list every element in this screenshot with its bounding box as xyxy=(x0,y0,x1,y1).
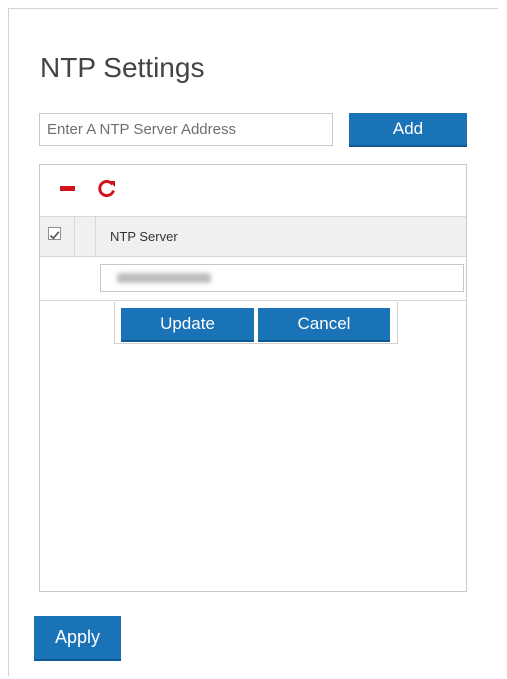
add-button[interactable]: Add xyxy=(349,113,467,147)
column-header-ntp-server[interactable]: NTP Server xyxy=(110,229,178,244)
row-edit-actions: Update Cancel xyxy=(114,302,398,344)
select-all-checkbox[interactable] xyxy=(48,227,61,240)
cancel-button[interactable]: Cancel xyxy=(258,308,390,342)
checkmark-icon xyxy=(49,231,60,240)
column-divider xyxy=(95,217,96,256)
apply-button[interactable]: Apply xyxy=(34,616,121,661)
ntp-server-grid: NTP Server Update Cancel xyxy=(39,164,467,592)
ntp-server-edit-field[interactable] xyxy=(100,264,464,292)
ntp-server-input[interactable] xyxy=(39,113,333,146)
column-divider xyxy=(74,217,75,256)
redacted-value xyxy=(117,273,211,283)
grid-toolbar xyxy=(40,165,466,217)
update-button[interactable]: Update xyxy=(121,308,254,342)
minus-icon[interactable] xyxy=(60,186,75,191)
refresh-icon[interactable] xyxy=(97,178,117,198)
table-row xyxy=(40,257,466,301)
grid-header-row: NTP Server xyxy=(40,217,466,257)
page-title: NTP Settings xyxy=(40,52,205,83)
